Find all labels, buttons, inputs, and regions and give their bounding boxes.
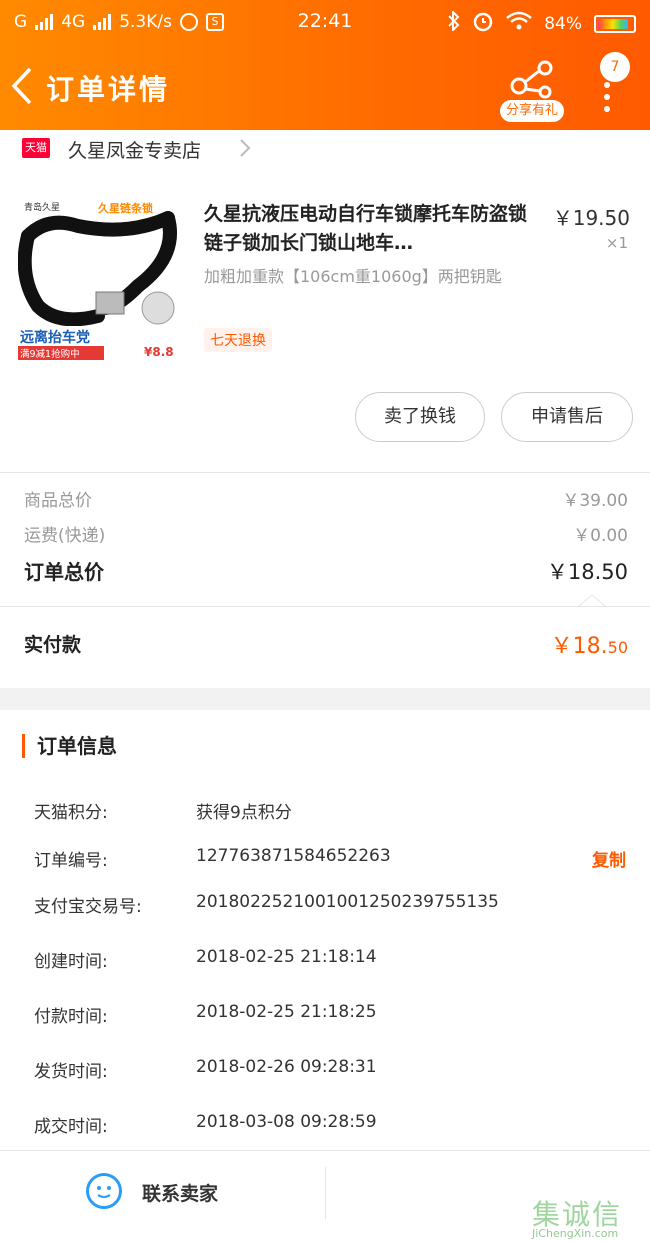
info-key: 创建时间: xyxy=(34,952,108,972)
info-key: 付款时间: xyxy=(34,1007,108,1027)
order-total-value: ￥18.50 xyxy=(546,560,628,584)
more-dot-icon xyxy=(604,94,610,100)
product-image-brand: 青岛久星 xyxy=(24,201,60,213)
product-image-price: ¥8.8 xyxy=(144,345,174,359)
product-quantity: ×1 xyxy=(605,234,628,252)
share-icon xyxy=(510,60,553,99)
contact-seller-label: 联系卖家 xyxy=(142,1183,219,1205)
wifi-icon xyxy=(506,11,533,36)
seven-day-return-tag: 七天退换 xyxy=(204,328,272,352)
info-value: 获得9点积分 xyxy=(196,803,292,823)
paid-label: 实付款 xyxy=(24,634,82,656)
product-image-tag: 久星链条锁 xyxy=(98,201,153,215)
battery-percent: 84% xyxy=(544,13,582,34)
share-button[interactable]: 分享有礼 xyxy=(500,58,564,122)
shipping-label: 运费(快递) xyxy=(24,526,106,546)
goods-total-value: ￥39.00 xyxy=(562,491,628,511)
tmall-badge: 天猫 xyxy=(22,138,50,158)
divider xyxy=(0,472,650,473)
info-value: 2018-02-25 21:18:25 xyxy=(196,1002,377,1022)
goods-total-row: 商品总价 ￥39.00 xyxy=(24,486,628,511)
navigation-bar: 订单详情 分享有礼 7 xyxy=(0,50,650,126)
status-bar: G 4G 5.3K/s S 22:41 84% xyxy=(0,0,650,44)
order-total-label: 订单总价 xyxy=(24,560,104,584)
divider xyxy=(0,606,650,607)
order-number-value: 127763871584652263 xyxy=(196,846,391,866)
order-goods-card: 青岛久星 久星链条锁 远离抬车党 满9减1抢购中 ¥8.8 久星抗液压电动自行车… xyxy=(0,170,650,608)
back-arrow-icon xyxy=(11,67,32,105)
contact-seller-button[interactable]: 联系卖家 xyxy=(0,1151,325,1235)
product-spec: 加粗加重款【106cm重1060g】两把钥匙 xyxy=(204,267,502,286)
shipping-value: ￥0.00 xyxy=(573,526,628,546)
goods-total-label: 商品总价 xyxy=(24,491,92,511)
info-key: 发货时间: xyxy=(34,1062,108,1082)
shop-name[interactable]: 久星凤金专卖店 xyxy=(68,136,201,163)
product-image-promo: 满9减1抢购中 xyxy=(20,348,80,360)
product-image[interactable]: 青岛久星 久星链条锁 远离抬车党 满9减1抢购中 ¥8.8 xyxy=(18,196,182,362)
chat-face-icon xyxy=(86,1173,122,1209)
more-dot-icon xyxy=(604,82,610,88)
product-price: ￥19.50 xyxy=(552,206,630,230)
paid-amount-row: 实付款 ￥18.50 xyxy=(0,606,650,688)
alarm-icon xyxy=(472,10,494,37)
more-dot-icon xyxy=(604,106,610,112)
back-button[interactable] xyxy=(8,66,42,106)
message-count-badge: 7 xyxy=(600,52,630,82)
product-image-headline: 远离抬车党 xyxy=(20,329,90,346)
info-key: 天猫积分: xyxy=(34,803,108,823)
info-key: 支付宝交易号: xyxy=(34,897,142,917)
watermark-url: JiChengXin.com xyxy=(532,1227,619,1240)
paid-value: ￥18.50 xyxy=(550,634,628,659)
order-info-heading: 订单信息 xyxy=(22,734,117,758)
bluetooth-icon xyxy=(448,9,460,36)
info-value: 2018-03-08 09:28:59 xyxy=(196,1112,377,1132)
site-watermark: 集诚信 JiChengXin.com xyxy=(532,1193,642,1240)
info-key: 订单编号: xyxy=(34,851,108,871)
app-header: G 4G 5.3K/s S 22:41 84% 订单详情 分享有礼 7 xyxy=(0,0,650,130)
shop-row[interactable]: 天猫 久星凤金专卖店 xyxy=(0,130,650,170)
battery-icon xyxy=(594,14,636,33)
copy-order-number-button[interactable]: 复制 xyxy=(592,846,626,871)
product-title[interactable]: 久星抗液压电动自行车锁摩托车防盗锁链子锁加长门锁山地车… xyxy=(204,200,534,258)
shipping-row: 运费(快递) ￥0.00 xyxy=(24,521,628,546)
after-sale-button[interactable]: 申请售后 xyxy=(501,392,633,442)
sell-for-cash-button[interactable]: 卖了换钱 xyxy=(355,392,485,442)
info-key: 成交时间: xyxy=(34,1117,108,1137)
order-info-card: 订单信息 天猫积分: 获得9点积分 订单编号: 1277638715846522… xyxy=(0,710,650,1150)
share-label: 分享有礼 xyxy=(500,100,564,122)
info-value: 2018022521001001250239755135 xyxy=(196,892,499,912)
page-title: 订单详情 xyxy=(46,73,171,106)
info-value: 2018-02-26 09:28:31 xyxy=(196,1057,377,1077)
info-value: 2018-02-25 21:18:14 xyxy=(196,947,377,967)
bottom-action-bar: 联系卖家 集诚信 JiChengXin.com xyxy=(0,1150,650,1241)
chevron-right-icon xyxy=(240,139,251,157)
more-menu-button[interactable]: 7 xyxy=(592,52,630,122)
order-total-row: 订单总价 ￥18.50 xyxy=(24,556,628,585)
divider xyxy=(325,1167,326,1219)
